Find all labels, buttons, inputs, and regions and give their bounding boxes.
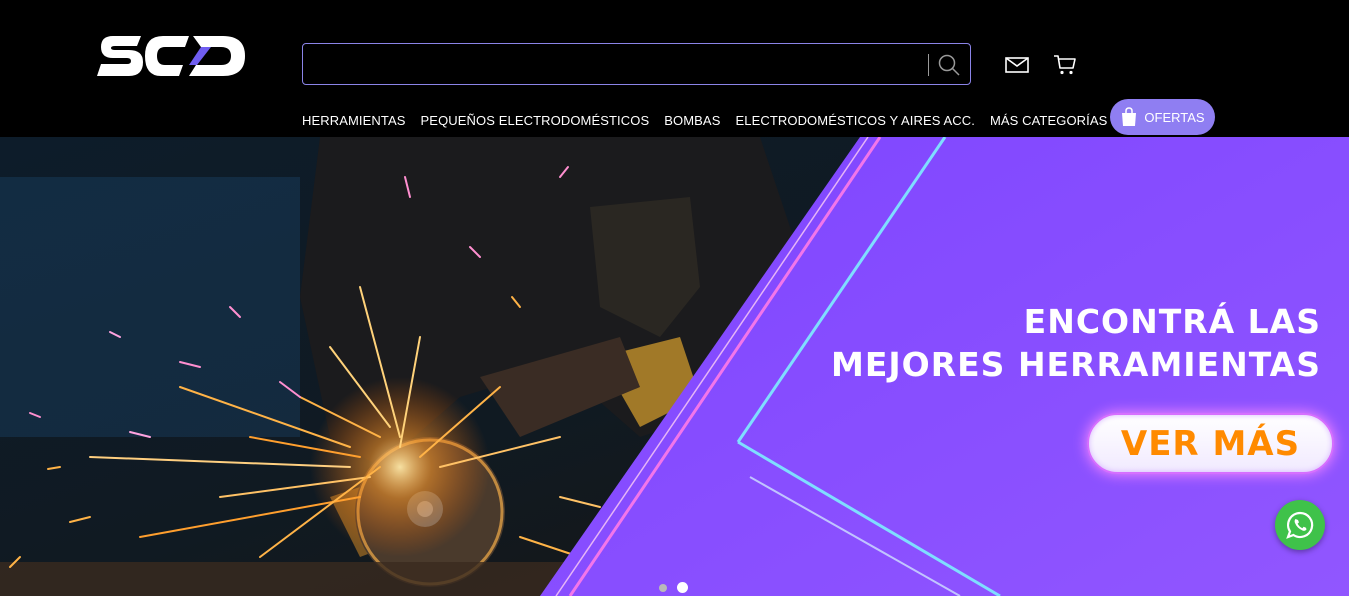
ver-mas-button[interactable]: VER MÁS [1087, 413, 1334, 474]
hero-headline-line1: ENCONTRÁ LAS [1023, 302, 1321, 341]
search-input[interactable] [313, 52, 917, 78]
cart-icon[interactable] [1053, 53, 1077, 77]
ofertas-button[interactable]: OFERTAS [1110, 99, 1215, 135]
site-header: HERRAMIENTAS PEQUEÑOS ELECTRODOMÉSTICOS … [0, 0, 1349, 137]
hero-headline-line2: MEJORES HERRAMIENTAS [831, 345, 1321, 384]
search-icon[interactable] [937, 53, 961, 77]
ofertas-label: OFERTAS [1144, 109, 1205, 125]
scd-logo[interactable] [97, 34, 247, 78]
nav-item-pequenos-electrodomesticos[interactable]: PEQUEÑOS ELECTRODOMÉSTICOS [421, 113, 650, 128]
carousel-dot-1[interactable] [659, 583, 667, 592]
hero-headline: ENCONTRÁ LAS MEJORES HERRAMIENTAS [831, 300, 1321, 386]
main-nav: HERRAMIENTAS PEQUEÑOS ELECTRODOMÉSTICOS … [302, 110, 1107, 130]
search-bar [302, 43, 971, 85]
search-divider [928, 54, 929, 76]
nav-item-herramientas[interactable]: HERRAMIENTAS [302, 113, 406, 128]
shopping-bag-icon [1122, 107, 1137, 126]
mail-icon[interactable] [1004, 55, 1030, 75]
whatsapp-icon [1286, 511, 1314, 539]
nav-item-electrodomesticos-aires[interactable]: ELECTRODOMÉSTICOS Y AIRES ACC. [735, 113, 974, 128]
whatsapp-button[interactable] [1275, 500, 1325, 550]
nav-item-mas-categorias[interactable]: MÁS CATEGORÍAS [990, 113, 1107, 128]
hero-banner[interactable]: ENCONTRÁ LAS MEJORES HERRAMIENTAS VER MÁ… [0, 137, 1349, 596]
nav-item-bombas[interactable]: BOMBAS [664, 113, 720, 128]
carousel-dot-2[interactable] [677, 582, 688, 593]
ver-mas-label: VER MÁS [1120, 423, 1301, 464]
carousel-dots [659, 582, 688, 593]
